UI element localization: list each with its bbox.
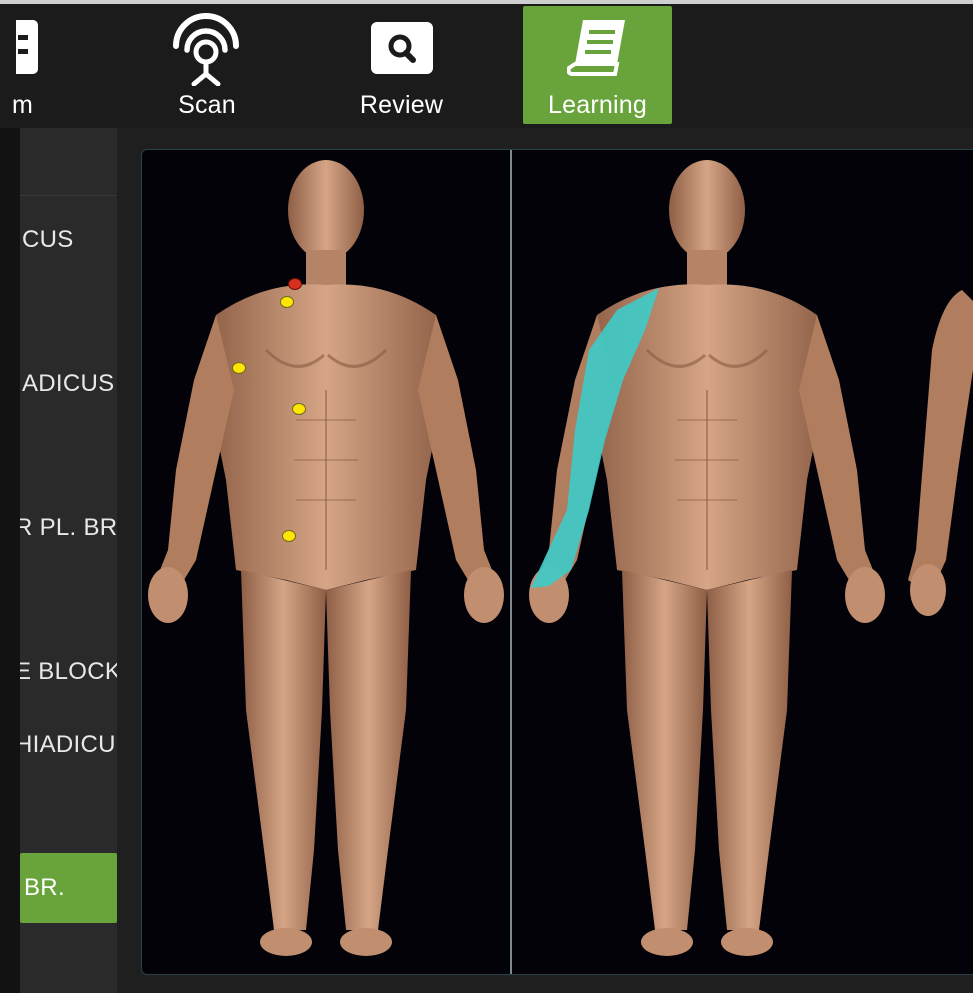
injection-marker-4[interactable] (292, 403, 306, 415)
book-icon (567, 20, 625, 76)
anatomy-viewer[interactable] (141, 149, 973, 975)
block-list-sidebar: ICUS IADICUS R PL. BR E BLOCK HIADICU BR… (20, 128, 117, 993)
sidebar-item-4[interactable]: E BLOCK (20, 658, 117, 686)
nav-exam-tab[interactable]: m (0, 6, 60, 124)
injection-marker-3[interactable] (232, 362, 246, 374)
anatomy-figure-right (527, 150, 887, 974)
nav-learning-label: Learning (548, 91, 647, 119)
top-nav-bar: m Scan Review Learning (0, 0, 973, 128)
nav-exam-label: m (12, 91, 34, 119)
scan-probe-icon (173, 13, 239, 86)
injection-marker-2[interactable] (280, 296, 294, 308)
nav-learning-tab[interactable]: Learning (523, 6, 672, 124)
sidebar-item-6[interactable]: BR. (20, 853, 117, 923)
anatomy-figure-left (146, 150, 506, 974)
app-window: m Scan Review Learning ICUS IADICUS R PL… (0, 0, 973, 993)
left-edge-strip (0, 128, 20, 993)
sidebar-item-3[interactable]: R PL. BR (20, 514, 117, 542)
anatomy-figure-partial (908, 290, 973, 616)
sidebar-item-2[interactable]: IADICUS (20, 370, 117, 398)
nav-review-tab[interactable]: Review (344, 6, 459, 124)
sidebar-header (20, 128, 117, 196)
injection-marker-1[interactable] (288, 278, 302, 290)
viewer-divider (510, 150, 512, 974)
exam-icon (16, 20, 38, 74)
search-icon (371, 22, 433, 74)
sidebar-item-1[interactable]: ICUS (20, 226, 117, 254)
injection-marker-5[interactable] (282, 530, 296, 542)
sidebar-item-5[interactable]: HIADICU (20, 731, 117, 759)
nav-review-label: Review (359, 91, 444, 119)
nav-scan-tab[interactable]: Scan (152, 6, 262, 124)
nav-scan-label: Scan (178, 91, 236, 119)
top-rule (0, 0, 973, 4)
